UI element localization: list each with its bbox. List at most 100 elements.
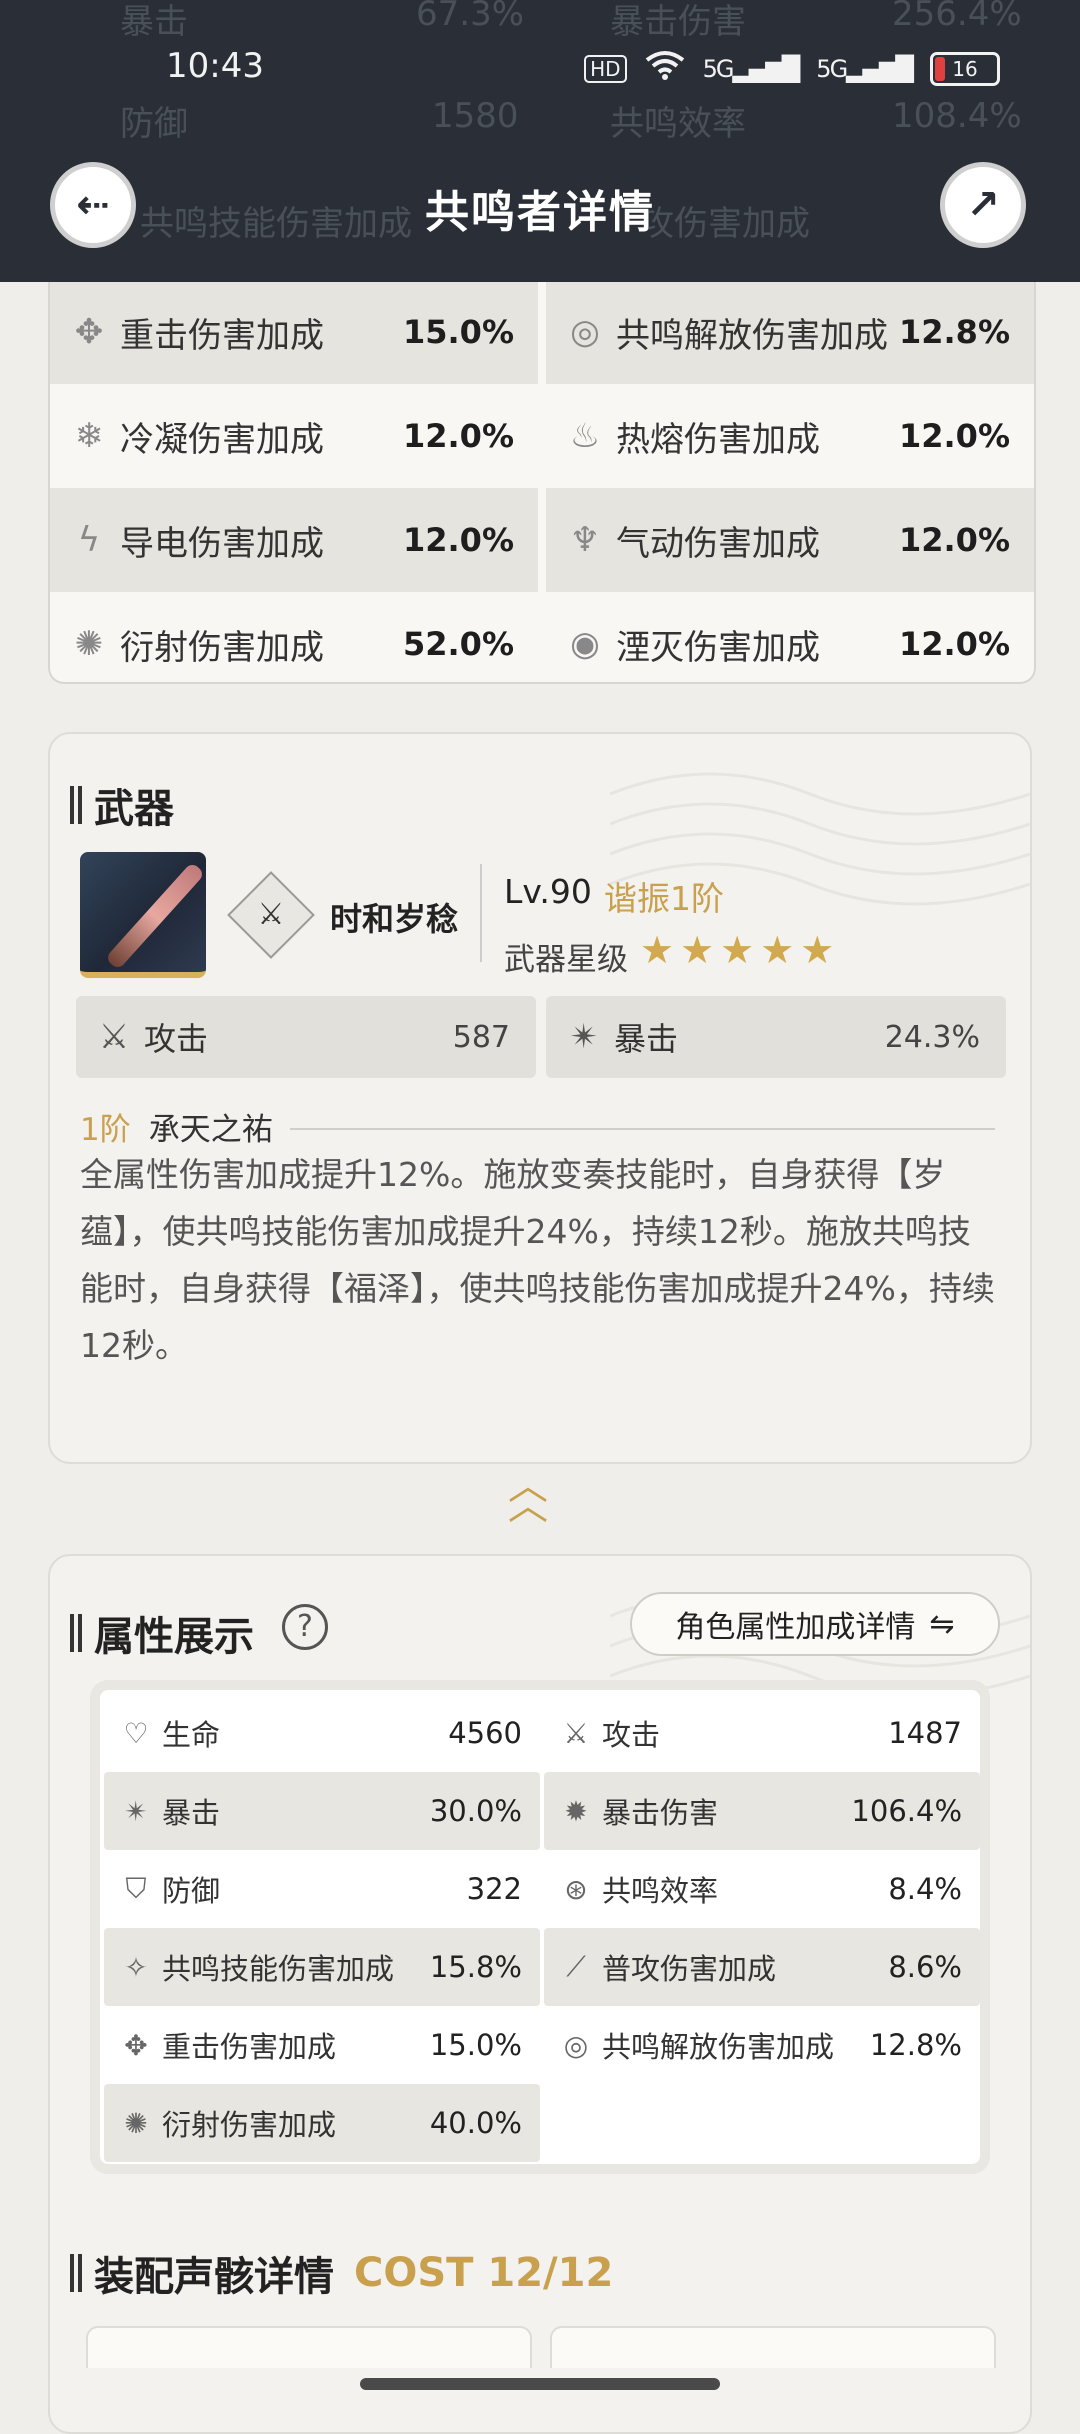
attr-cell: ✹ 暴击伤害 106.4% [544,1772,980,1850]
table-row: ♡ 生命 4560 ⚔ 攻击 1487 [100,1694,980,1772]
table-row: ϟ 导电伤害加成 12.0% ♆ 气动伤害加成 12.0% [50,488,1034,592]
attr-cell: ◎ 共鸣解放伤害加成 12.8% [544,2006,980,2084]
weapon-stat-crit: ✴ 暴击 24.3% [546,996,1006,1078]
stat-value: 587 [452,1019,510,1055]
stat-cell: ◎ 共鸣解放伤害加成 12.8% [546,280,1034,384]
stat-label: 导电伤害加成 [120,523,324,564]
heavy-attack-icon: ✥ [74,312,104,352]
attr-value: 15.0% [429,2028,522,2062]
help-icon[interactable]: ? [282,1604,328,1650]
attr-cell: ✥ 重击伤害加成 15.0% [104,2006,540,2084]
star-rating-icon: ★★★★★ [640,928,841,972]
stat-cell: ✺ 衍射伤害加成 52.0% [50,592,538,696]
echo-title: 装配声骸详情 [94,2254,334,2300]
attribute-detail-button[interactable]: 角色属性加成详情 ⇋ [630,1592,1000,1656]
skill-icon: ✧ [124,1950,148,1984]
attr-label: 攻击 [602,1718,661,1752]
attr-value: 8.6% [888,1950,962,1984]
attr-value: 106.4% [851,1794,962,1828]
passive-header: 1阶 承天之祐 [80,1104,273,1149]
liberation-icon: ◎ [563,2028,589,2062]
attr-value: 30.0% [429,1794,522,1828]
ghost-label: 暴击伤害 [610,2,746,42]
attr-value: 4560 [448,1716,522,1750]
page-title: 共鸣者详情 [425,187,655,238]
attribute-panel: 属性展示 ? 角色属性加成详情 ⇋ ♡ 生命 4560 ⚔ 攻击 1487 ✴ … [48,1554,1032,2434]
stat-value: 52.0% [402,625,514,663]
swap-icon: ⇋ [929,1606,955,1642]
stat-label: 湮灭伤害加成 [616,627,820,668]
weapon-panel: 武器 ⚔ 时和岁稔 Lv.90 谐振1阶 武器星级 ★★★★★ ⚔ 攻击 587… [48,732,1032,1464]
heavy-attack-icon: ✥ [124,2028,148,2062]
havoc-icon: ◉ [570,624,600,664]
stat-value: 12.0% [898,417,1010,455]
hd-icon: HD [584,54,627,83]
stat-cell: ✥ 重击伤害加成 15.0% [50,280,538,384]
signal-icon: 5G▂▄▆█ [702,54,801,83]
stat-label: 冷凝伤害加成 [120,419,324,460]
attr-label: 防御 [162,1874,221,1908]
battery-icon: 16 [930,51,1000,86]
attr-cell: ⊛ 共鸣效率 8.4% [544,1850,980,1928]
status-icons: HD 5G▂▄▆█ 5G▂▄▆█ 16 [584,50,1000,87]
weapon-image[interactable] [80,852,206,978]
echo-card[interactable] [550,2326,996,2368]
ghost-value: 108.4% [892,96,1022,136]
spectro-icon: ✺ [124,2106,148,2140]
energy-regen-icon: ⊛ [564,1872,588,1906]
attr-label: 暴击 [162,1796,221,1830]
stat-cell: ◉ 湮灭伤害加成 12.0% [546,592,1034,696]
collapse-chevron-icon[interactable]: ︿ ︿ [508,1466,548,1526]
stat-label: 攻击 [144,1020,209,1058]
hp-icon: ♡ [123,1716,149,1750]
crit-damage-icon: ✹ [564,1794,588,1828]
attr-value: 12.8% [869,2028,962,2062]
divider [480,864,482,962]
signal-icon: 5G▂▄▆█ [816,54,914,83]
attr-label: 衍射伤害加成 [162,2108,337,2142]
attr-value: 322 [466,1872,522,1906]
stat-label: 重击伤害加成 [120,315,324,356]
stat-value: 12.0% [402,417,514,455]
basic-attack-icon: ⟋ [566,1950,586,1983]
button-label: 角色属性加成详情 [675,1610,916,1645]
attr-value: 40.0% [429,2106,522,2140]
stat-value: 12.0% [402,521,514,559]
stat-cell: ♨ 热熔伤害加成 12.0% [546,384,1034,488]
share-arrow-icon: ↗ [966,182,1000,228]
table-row: ✧ 共鸣技能伤害加成 15.8% ⟋ 普攻伤害加成 8.6% [100,1928,980,2006]
attr-label: 暴击伤害 [602,1796,719,1830]
weapon-stat-attack: ⚔ 攻击 587 [76,996,536,1078]
section-title: 属性展示 [70,1604,254,1662]
attr-cell: ⟋ 普攻伤害加成 8.6% [544,1928,980,2006]
stat-label: 气动伤害加成 [616,523,820,564]
passive-description: 全属性伤害加成提升12%。施放变奏技能时，自身获得【岁蕴】，使共鸣技能伤害加成提… [80,1155,995,1365]
attr-cell: ⛉ 防御 322 [104,1850,540,1928]
crit-icon: ✴ [124,1794,148,1828]
attr-cell: ⚔ 攻击 1487 [544,1694,980,1772]
table-row: ✥ 重击伤害加成 15.0% ◎ 共鸣解放伤害加成 12.8% [50,280,1034,384]
weapon-type-icon: ⚔ [227,871,315,959]
share-button[interactable]: ↗ [940,162,1026,248]
echo-section-title: 装配声骸详情 COST 12/12 [70,2244,613,2302]
home-indicator[interactable] [360,2378,720,2390]
attr-cell: ♡ 生命 4560 [104,1694,540,1772]
stat-value: 24.3% [884,1019,980,1055]
table-row: ✴ 暴击 30.0% ✹ 暴击伤害 106.4% [100,1772,980,1850]
damage-bonus-table: ✥ 重击伤害加成 15.0% ◎ 共鸣解放伤害加成 12.8% ❄ 冷凝伤害加成… [48,270,1036,684]
divider [290,1128,995,1130]
attr-cell: ✴ 暴击 30.0% [104,1772,540,1850]
table-row: ⛉ 防御 322 ⊛ 共鸣效率 8.4% [100,1850,980,1928]
attack-icon: ⚔ [563,1716,589,1750]
attr-cell: ✺ 衍射伤害加成 40.0% [104,2084,540,2162]
top-header: 暴击 67.3% 暴击伤害 256.4% 防御 1580 共鸣效率 108.4%… [0,0,1080,282]
table-row: ✺ 衍射伤害加成 40.0% [100,2084,980,2162]
attr-label: 普攻伤害加成 [602,1952,777,1986]
echo-card[interactable] [86,2326,532,2368]
attr-value: 15.8% [429,1950,522,1984]
spectro-icon: ✺ [74,624,104,664]
crit-icon: ✴ [569,1017,599,1057]
echo-cost: COST 12/12 [354,2250,614,2296]
ghost-label: 共鸣效率 [610,104,746,144]
defense-icon: ⛉ [125,1872,147,1905]
